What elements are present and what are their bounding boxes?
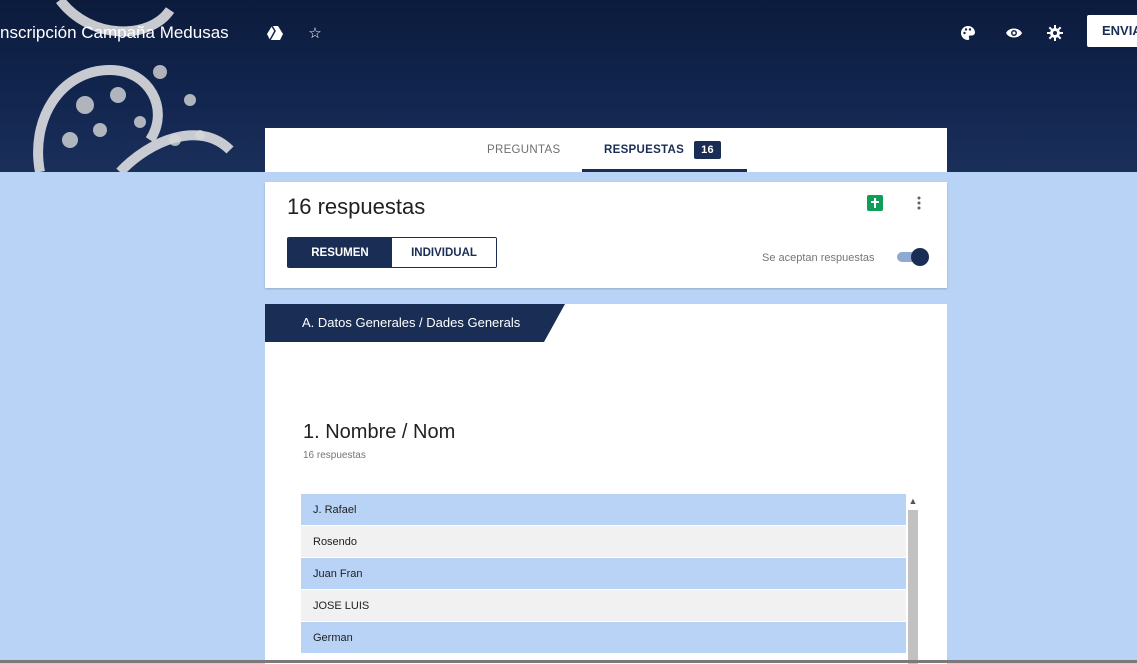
view-mode-toggle: RESUMEN INDIVIDUAL (287, 237, 497, 268)
toggle-knob (911, 248, 929, 266)
answers-scrollbar[interactable]: ▲ (906, 494, 920, 664)
individual-view-button[interactable]: INDIVIDUAL (392, 238, 496, 267)
answers-list: J. Rafael Rosendo Juan Fran JOSE LUIS Ge… (301, 494, 906, 664)
answer-row: Rosendo (301, 526, 906, 557)
answer-row: German (301, 622, 906, 653)
responses-count-badge: 16 (694, 141, 721, 159)
responses-count-title: 16 respuestas (287, 194, 426, 219)
drive-folder-icon[interactable] (266, 24, 284, 42)
tab-questions-label: PREGUNTAS (487, 144, 561, 156)
send-button[interactable]: ENVIA (1087, 15, 1137, 47)
accepting-responses-toggle[interactable] (897, 248, 929, 266)
section-header: A. Datos Generales / Dades Generals (265, 304, 565, 342)
question-title: 1. Nombre / Nom (303, 421, 456, 443)
answer-row: Juan Fran (301, 558, 906, 589)
scroll-up-icon[interactable]: ▲ (906, 494, 920, 508)
form-title: nscripción Campaña Medusas (0, 23, 229, 42)
tab-questions[interactable]: PREGUNTAS (487, 128, 560, 172)
sheets-icon[interactable] (867, 195, 883, 211)
section-card: A. Datos Generales / Dades Generals 1. N… (265, 304, 947, 664)
tab-responses[interactable]: RESPUESTAS 16 (604, 128, 721, 172)
section-title: A. Datos Generales / Dades Generals (302, 315, 521, 330)
active-tab-indicator (582, 169, 747, 172)
preview-eye-icon[interactable] (1005, 24, 1023, 42)
tab-responses-label: RESPUESTAS (604, 144, 685, 156)
more-options-icon[interactable] (913, 192, 925, 214)
answer-row: JOSE LUIS (301, 590, 906, 621)
scrollbar-thumb[interactable] (908, 510, 918, 664)
responses-summary-card: 16 respuestas RESUMEN INDIVIDUAL Se acep… (265, 182, 947, 288)
question-response-count: 16 respuestas (303, 450, 366, 461)
palette-icon[interactable] (959, 24, 977, 42)
summary-view-button[interactable]: RESUMEN (288, 238, 392, 267)
accepting-responses-label: Se aceptan respuestas (762, 252, 875, 264)
settings-gear-icon[interactable] (1046, 24, 1064, 42)
star-icon[interactable]: ☆ (306, 24, 324, 42)
tabs-bar: PREGUNTAS RESPUESTAS 16 (265, 128, 947, 172)
answer-row: J. Rafael (301, 494, 906, 525)
